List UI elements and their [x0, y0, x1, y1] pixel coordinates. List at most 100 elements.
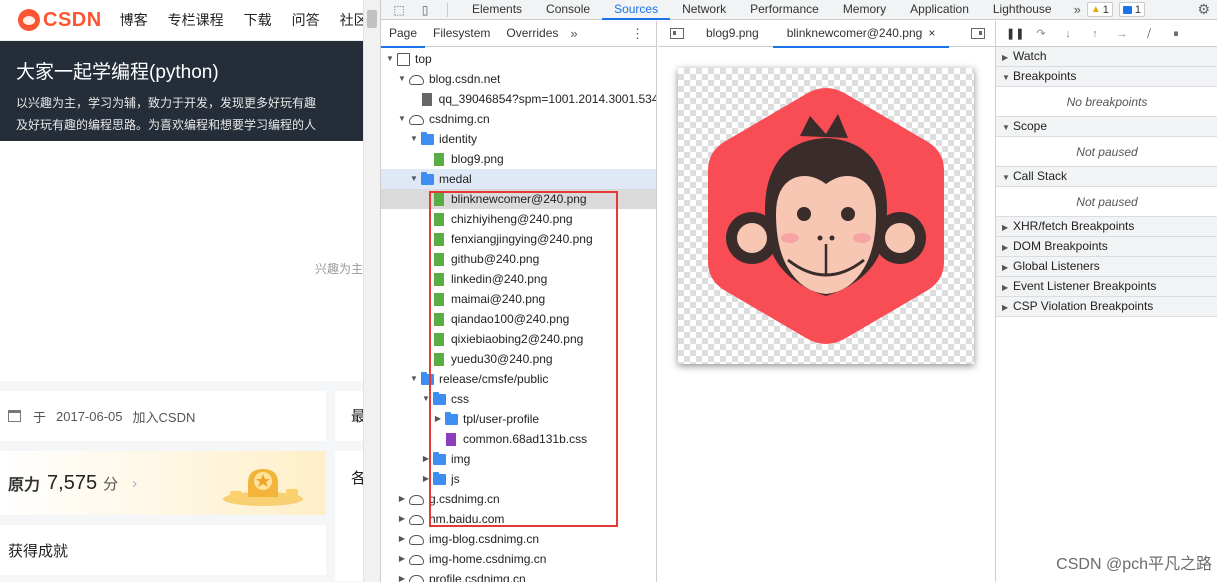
tree-item[interactable]: yuedu30@240.png: [381, 349, 656, 369]
pane-header[interactable]: ▶ Watch: [996, 47, 1217, 67]
toggle-navigator-icon[interactable]: [670, 28, 684, 39]
page-scrollbar[interactable]: [363, 0, 380, 582]
nav-link-download[interactable]: 下载: [244, 10, 272, 30]
collapsed-arrow-icon[interactable]: ▶: [433, 409, 443, 429]
tree-item[interactable]: github@240.png: [381, 249, 656, 269]
nav-link-blog[interactable]: 博客: [120, 10, 148, 30]
tree-item[interactable]: ▼ blog.csdn.net: [381, 69, 656, 89]
gear-icon[interactable]: ⚙: [1197, 1, 1210, 18]
tree-item[interactable]: qq_39046854?spm=1001.2014.3001.5343: [381, 89, 656, 109]
tree-item[interactable]: ▶ hm.baidu.com: [381, 509, 656, 529]
image-file-icon: [434, 252, 444, 266]
tab-memory[interactable]: Memory: [831, 0, 898, 20]
power-score-card[interactable]: 原力 7,575 分 ›: [0, 451, 326, 515]
tree-item[interactable]: ▶ profile.csdnimg.cn: [381, 569, 656, 582]
close-icon[interactable]: ×: [928, 26, 935, 40]
collapsed-arrow-icon[interactable]: ▶: [397, 529, 407, 549]
nav-link-community[interactable]: 社区: [340, 10, 363, 30]
deactivate-breakpoints-icon[interactable]: ⧸: [1141, 27, 1157, 41]
tree-item-label: release/cmsfe/public: [439, 372, 549, 386]
collapsed-arrow-icon[interactable]: ▶: [397, 549, 407, 569]
tab-sources[interactable]: Sources: [602, 0, 671, 20]
expanded-arrow-icon[interactable]: ▼: [385, 49, 395, 69]
right-card-middle: 各: [335, 451, 363, 581]
warnings-badge[interactable]: ▲ 1: [1086, 2, 1113, 17]
collapsed-arrow-icon[interactable]: ▶: [421, 449, 431, 469]
step-out-icon[interactable]: ↑: [1087, 27, 1103, 41]
chevron-right-icon[interactable]: ›: [132, 475, 137, 492]
tree-item[interactable]: qixiebiaobing2@240.png: [381, 329, 656, 349]
csdn-logo[interactable]: CSDN: [18, 9, 102, 32]
profile-content-area: 兴趣为主: [0, 141, 363, 381]
device-toolbar-icon[interactable]: ▯: [417, 3, 433, 17]
expanded-arrow-icon[interactable]: ▼: [397, 109, 407, 129]
tab-performance[interactable]: Performance: [738, 0, 831, 20]
navigator-tab-filesystem[interactable]: Filesystem: [425, 21, 498, 47]
tree-item[interactable]: fenxiangjingying@240.png: [381, 229, 656, 249]
tree-item[interactable]: qiandao100@240.png: [381, 309, 656, 329]
navigator-tab-page[interactable]: Page: [381, 21, 426, 48]
tree-item-label: chizhiyiheng@240.png: [451, 212, 573, 226]
tree-item[interactable]: chizhiyiheng@240.png: [381, 209, 656, 229]
expanded-arrow-icon: ▼: [1002, 123, 1010, 132]
tree-item[interactable]: common.68ad131b.css: [381, 429, 656, 449]
pause-icon[interactable]: ❚❚: [1006, 27, 1024, 41]
tree-item[interactable]: ▼ csdnimg.cn: [381, 109, 656, 129]
navigator-tab-overrides[interactable]: Overrides: [498, 21, 566, 47]
expanded-arrow-icon[interactable]: ▼: [409, 169, 419, 189]
tree-item[interactable]: ▶ img-home.csdnimg.cn: [381, 549, 656, 569]
inspect-element-icon[interactable]: ⬚: [391, 3, 407, 17]
pane-header[interactable]: ▼ Call Stack: [996, 167, 1217, 187]
editor-tab-blinknewcomer[interactable]: blinknewcomer@240.png ×: [772, 21, 950, 48]
navigator-more-chevron-icon[interactable]: »: [570, 26, 577, 41]
tree-item[interactable]: ▶ img-blog.csdnimg.cn: [381, 529, 656, 549]
tab-console[interactable]: Console: [534, 0, 602, 20]
tree-item[interactable]: ▶ js: [381, 469, 656, 489]
pane-header[interactable]: ▶ CSP Violation Breakpoints: [996, 297, 1217, 317]
expanded-arrow-icon[interactable]: ▼: [421, 389, 431, 409]
tree-item[interactable]: ▶ g.csdnimg.cn: [381, 489, 656, 509]
nav-link-qa[interactable]: 问答: [292, 10, 320, 30]
editor-tab-blog9[interactable]: blog9.png: [692, 21, 773, 47]
tree-item[interactable]: ▼ top: [381, 49, 656, 69]
more-tabs-chevron-icon[interactable]: »: [1074, 2, 1081, 17]
pane-header[interactable]: ▼ Scope: [996, 117, 1217, 137]
collapsed-arrow-icon[interactable]: ▶: [421, 469, 431, 489]
pause-on-exceptions-icon[interactable]: ⏸: [1168, 27, 1184, 41]
pane-header[interactable]: ▶ Global Listeners: [996, 257, 1217, 277]
tree-item[interactable]: ▼ release/cmsfe/public: [381, 369, 656, 389]
expanded-arrow-icon[interactable]: ▼: [397, 69, 407, 89]
nav-link-courses[interactable]: 专栏课程: [168, 10, 224, 30]
tab-lighthouse[interactable]: Lighthouse: [981, 0, 1064, 20]
tree-item[interactable]: ▼ css: [381, 389, 656, 409]
toggle-debugger-icon[interactable]: [971, 28, 985, 39]
page-scrollbar-thumb[interactable]: [367, 10, 377, 28]
expanded-arrow-icon[interactable]: ▼: [409, 369, 419, 389]
tree-item[interactable]: ▶ tpl/user-profile: [381, 409, 656, 429]
image-file-icon: [434, 332, 444, 346]
tree-item[interactable]: ▶ img: [381, 449, 656, 469]
tree-item[interactable]: ▼ medal: [381, 169, 656, 189]
tree-item[interactable]: ▼ identity: [381, 129, 656, 149]
tab-application[interactable]: Application: [898, 0, 981, 20]
tree-item[interactable]: maimai@240.png: [381, 289, 656, 309]
expanded-arrow-icon[interactable]: ▼: [409, 129, 419, 149]
pane-header[interactable]: ▶ DOM Breakpoints: [996, 237, 1217, 257]
kebab-menu-icon[interactable]: ⋮: [631, 26, 644, 42]
step-over-icon[interactable]: ↷: [1033, 27, 1049, 41]
collapsed-arrow-icon[interactable]: ▶: [397, 569, 407, 582]
pane-header[interactable]: ▶ XHR/fetch Breakpoints: [996, 217, 1217, 237]
collapsed-arrow-icon[interactable]: ▶: [397, 489, 407, 509]
tab-elements[interactable]: Elements: [460, 0, 534, 20]
tree-item[interactable]: blog9.png: [381, 149, 656, 169]
tree-item[interactable]: blinknewcomer@240.png: [381, 189, 656, 209]
tree-item-label: hm.baidu.com: [429, 512, 505, 526]
step-icon[interactable]: →: [1114, 27, 1130, 41]
step-into-icon[interactable]: ↓: [1060, 27, 1076, 41]
tree-item[interactable]: linkedin@240.png: [381, 269, 656, 289]
collapsed-arrow-icon[interactable]: ▶: [397, 509, 407, 529]
tab-network[interactable]: Network: [670, 0, 738, 20]
pane-header[interactable]: ▼ Breakpoints: [996, 67, 1217, 87]
pane-header[interactable]: ▶ Event Listener Breakpoints: [996, 277, 1217, 297]
messages-badge[interactable]: 1: [1118, 2, 1145, 17]
